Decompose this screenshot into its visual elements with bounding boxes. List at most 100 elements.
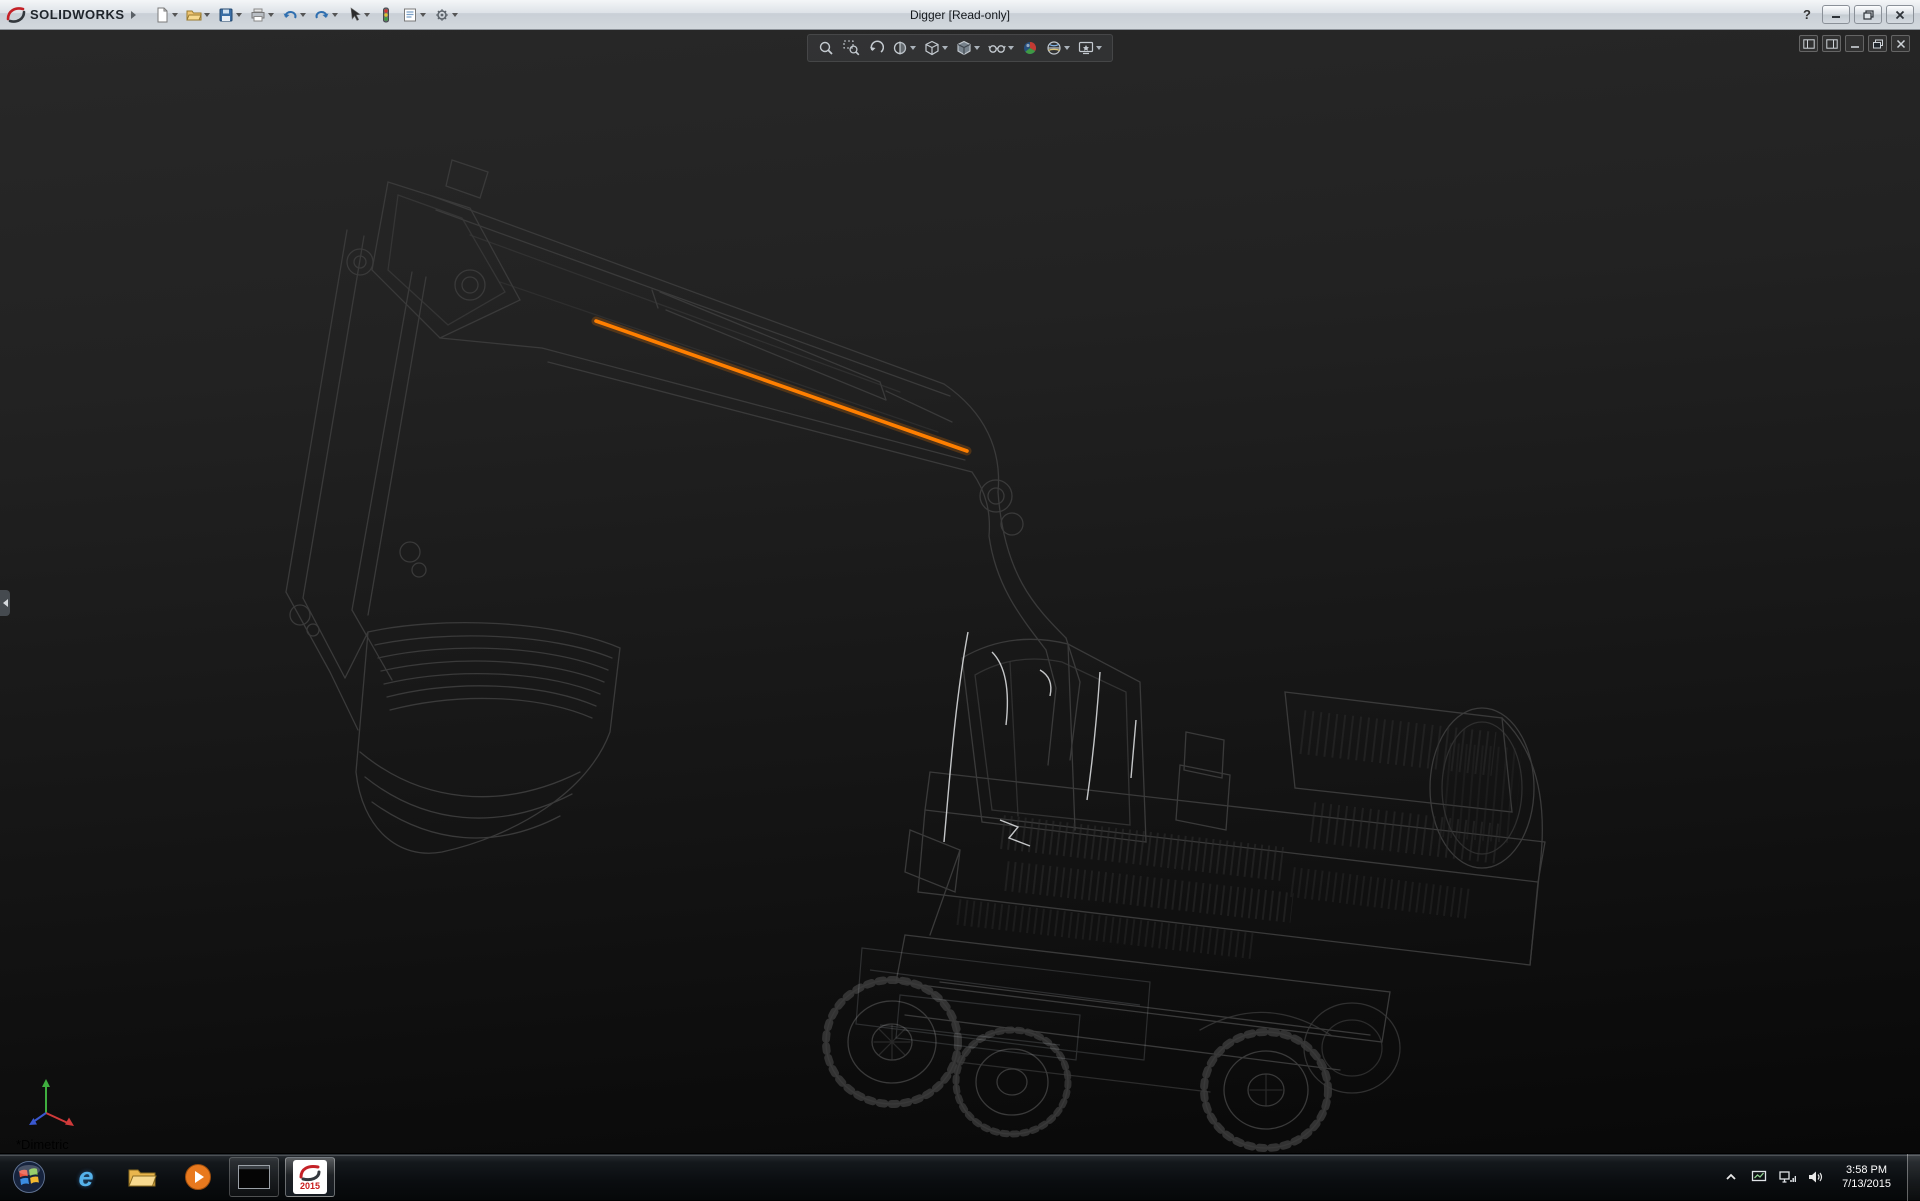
solidworks-2015-icon: 2015 — [293, 1160, 327, 1194]
hide-show-items-button[interactable] — [985, 37, 1017, 59]
zoom-to-fit-icon — [818, 40, 835, 56]
document-window-controls — [1799, 35, 1910, 52]
display-style-dropdown-icon[interactable] — [974, 46, 980, 50]
media-player-icon — [184, 1163, 212, 1191]
section-view-button[interactable] — [889, 37, 919, 59]
close-icon — [1895, 10, 1905, 20]
undo-dropdown-icon[interactable] — [300, 13, 306, 17]
print-dropdown-icon[interactable] — [268, 13, 274, 17]
split-vertical-button[interactable] — [1822, 35, 1841, 52]
graphics-viewport[interactable]: *Dimetric — [0, 30, 1920, 1153]
redo-dropdown-icon[interactable] — [332, 13, 338, 17]
brand-expand-icon[interactable] — [131, 11, 136, 19]
apply-scene-dropdown-icon[interactable] — [1064, 46, 1070, 50]
doc-minimize-icon — [1849, 39, 1861, 49]
resource-monitor-icon — [1751, 1170, 1767, 1184]
solidworks-taskbar-logo-icon — [299, 1164, 321, 1182]
new-dropdown-icon[interactable] — [172, 13, 178, 17]
taskbar-internet-explorer-button[interactable]: e — [61, 1157, 111, 1197]
clock-time: 3:58 PM — [1842, 1163, 1891, 1177]
options-button[interactable] — [430, 3, 462, 27]
save-button[interactable] — [214, 3, 246, 27]
minimize-icon — [1831, 10, 1841, 19]
clock-date: 7/13/2015 — [1842, 1177, 1891, 1191]
view-orientation-dropdown-icon[interactable] — [942, 46, 948, 50]
solidworks-logo-icon — [6, 5, 26, 25]
section-view-dropdown-icon[interactable] — [910, 46, 916, 50]
open-dropdown-icon[interactable] — [204, 13, 210, 17]
model-ghost-geometry — [856, 948, 1150, 1060]
start-button[interactable] — [0, 1154, 58, 1201]
close-button[interactable] — [1886, 5, 1914, 24]
view-settings-dropdown-icon[interactable] — [1096, 46, 1102, 50]
solidworks-version-badge: 2015 — [300, 1182, 320, 1191]
show-desktop-button[interactable] — [1907, 1154, 1920, 1201]
window-controls: ? — [1796, 5, 1920, 25]
select-dropdown-icon[interactable] — [364, 13, 370, 17]
view-orientation-cube-icon — [924, 40, 940, 56]
selected-edge-highlight[interactable] — [596, 321, 967, 451]
file-properties-dropdown-icon[interactable] — [420, 13, 426, 17]
zoom-to-area-button[interactable] — [840, 37, 863, 59]
volume-tray-button[interactable] — [1806, 1168, 1824, 1186]
taskbar-solidworks-button[interactable]: 2015 — [285, 1157, 335, 1197]
taskbar-windows-explorer-button[interactable] — [117, 1157, 167, 1197]
file-properties-button[interactable] — [398, 3, 430, 27]
resource-monitor-tray-button[interactable] — [1750, 1168, 1768, 1186]
options-dropdown-icon[interactable] — [452, 13, 458, 17]
view-orientation-label: *Dimetric — [16, 1137, 69, 1152]
previous-view-icon — [868, 40, 884, 56]
zoom-to-area-icon — [843, 40, 860, 56]
feature-panel-collapse-tab[interactable] — [0, 590, 10, 616]
wireframe-excavator-model[interactable] — [0, 30, 1920, 1153]
select-button[interactable] — [342, 3, 374, 27]
previous-view-button[interactable] — [865, 37, 887, 59]
internet-explorer-icon: e — [78, 1162, 93, 1193]
zoom-to-fit-button[interactable] — [815, 37, 838, 59]
file-properties-icon — [402, 7, 418, 23]
titlebar: SOLIDWORKS — [0, 0, 1920, 30]
display-style-cube-icon — [956, 40, 972, 56]
undo-icon — [282, 7, 298, 23]
help-button[interactable]: ? — [1796, 5, 1818, 25]
view-orientation-button[interactable] — [921, 37, 951, 59]
network-icon — [1779, 1170, 1796, 1184]
network-tray-button[interactable] — [1778, 1168, 1796, 1186]
rebuild-button[interactable] — [374, 3, 398, 27]
apply-scene-icon — [1046, 40, 1062, 56]
doc-minimize-button[interactable] — [1845, 35, 1864, 52]
edit-appearance-button[interactable] — [1019, 37, 1041, 59]
model-wireframe — [286, 160, 1545, 1148]
taskbar-command-prompt-button[interactable] — [229, 1157, 279, 1197]
show-hidden-icons-arrow-icon — [1725, 1172, 1737, 1182]
edit-appearance-ball-icon — [1022, 40, 1038, 56]
redo-button[interactable] — [310, 3, 342, 27]
open-button[interactable] — [182, 3, 214, 27]
split-horizontal-button[interactable] — [1799, 35, 1818, 52]
hide-show-glasses-icon — [988, 40, 1006, 56]
minimize-button[interactable] — [1822, 5, 1850, 24]
save-icon — [218, 7, 234, 23]
section-view-icon — [892, 40, 908, 56]
save-dropdown-icon[interactable] — [236, 13, 242, 17]
doc-restore-button[interactable] — [1868, 35, 1887, 52]
restore-button[interactable] — [1854, 5, 1882, 24]
print-button[interactable] — [246, 3, 278, 27]
taskbar-media-player-button[interactable] — [173, 1157, 223, 1197]
view-settings-button[interactable] — [1075, 37, 1105, 59]
hide-show-dropdown-icon[interactable] — [1008, 46, 1014, 50]
apply-scene-button[interactable] — [1043, 37, 1073, 59]
taskbar: e 2015 — [0, 1153, 1920, 1200]
show-hidden-icons-button[interactable] — [1722, 1168, 1740, 1186]
new-document-icon — [154, 7, 170, 23]
undo-button[interactable] — [278, 3, 310, 27]
redo-icon — [314, 7, 330, 23]
new-document-button[interactable] — [150, 3, 182, 27]
doc-close-button[interactable] — [1891, 35, 1910, 52]
restore-icon — [1863, 10, 1874, 20]
taskbar-clock[interactable]: 3:58 PM 7/13/2015 — [1834, 1163, 1899, 1191]
view-settings-icon — [1078, 40, 1094, 56]
print-icon — [250, 7, 266, 23]
display-style-button[interactable] — [953, 37, 983, 59]
windows-explorer-folder-icon — [127, 1165, 157, 1189]
